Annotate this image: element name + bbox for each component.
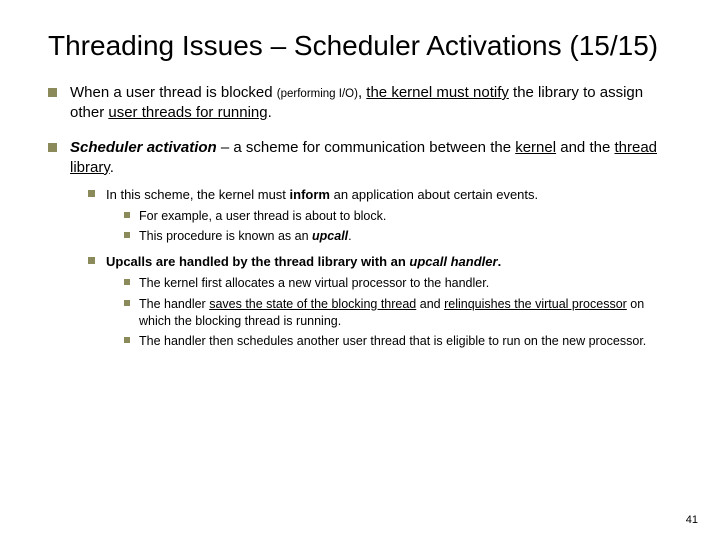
page-number: 41 [686,514,698,526]
bullet-list-lvl1: When a user thread is blocked (performin… [48,83,672,350]
b2-mid1: – a scheme for communication between the [217,139,516,156]
b2a-ii-pre: This procedure is known as an [139,229,312,243]
bullet-2b-ii: The handler saves the state of the block… [124,296,672,330]
b2b-ii-u1: saves the state of the blocking thread [209,297,416,311]
b1-u1: the kernel must notify [366,84,509,101]
bullet-list-lvl3-a: For example, a user thread is about to b… [124,208,672,246]
b2a-pre: In this scheme, the kernel must [106,187,290,202]
bullet-1: When a user thread is blocked (performin… [48,83,672,124]
b2-end: . [110,159,114,176]
b2b-ii-pre: The handler [139,297,209,311]
b1-pre: When a user thread is blocked [70,84,277,101]
bullet-list-lvl2: In this scheme, the kernel must inform a… [88,186,672,350]
b2a-ii-end: . [348,229,351,243]
b2a-ii-term: upcall [312,229,348,243]
bullet-2b-iii: The handler then schedules another user … [124,333,672,350]
b2b-end: . [498,254,502,269]
bullet-list-lvl3-b: The kernel first allocates a new virtual… [124,275,672,351]
b1-small: (performing I/O) [277,88,358,100]
bullet-2b: Upcalls are handled by the thread librar… [88,253,672,350]
b2a-post: an application about certain events. [330,187,538,202]
b2-u1: kernel [515,139,556,156]
b2-term: Scheduler activation [70,139,217,156]
b1-end: . [268,104,272,121]
b2b-term: upcall handler [409,254,497,269]
b2b-ii-u2: relinquishes the virtual processor [444,297,627,311]
bullet-2a-i: For example, a user thread is about to b… [124,208,672,225]
bullet-2b-i: The kernel first allocates a new virtual… [124,275,672,292]
b2b-ii-mid: and [416,297,444,311]
b2b-pre: Upcalls are handled by the thread librar… [106,254,409,269]
b2a-b: inform [290,187,330,202]
b1-u2: user threads for running [108,104,267,121]
bullet-2a: In this scheme, the kernel must inform a… [88,186,672,245]
slide-title: Threading Issues – Scheduler Activations… [48,28,672,63]
bullet-2: Scheduler activation – a scheme for comm… [48,138,672,351]
bullet-2a-ii: This procedure is known as an upcall. [124,228,672,245]
b2-mid2: and the [556,139,614,156]
